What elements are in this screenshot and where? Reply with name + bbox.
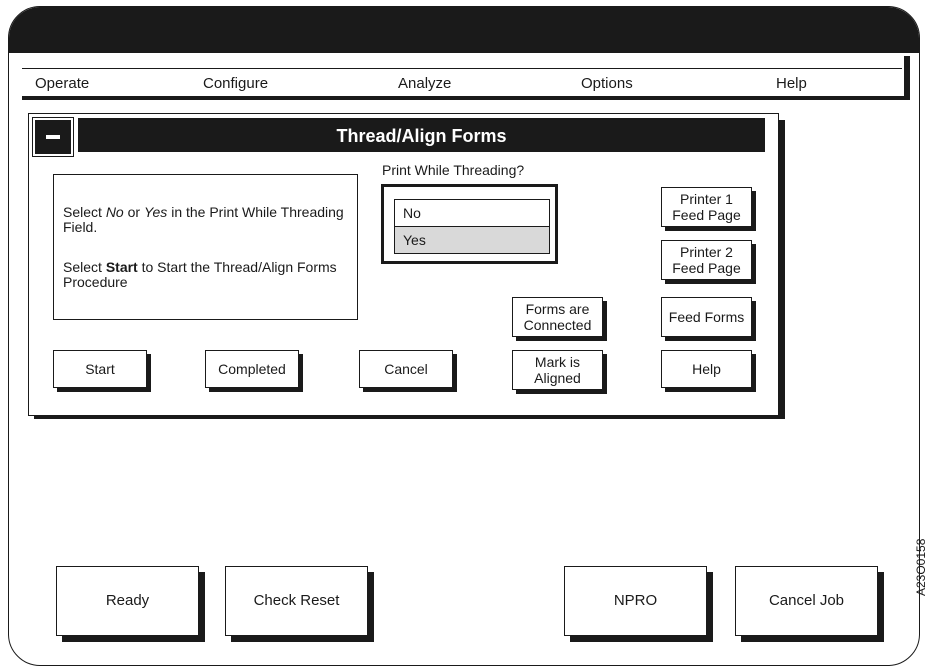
instr-yes: Yes	[143, 204, 168, 220]
option-no[interactable]: No	[394, 199, 550, 227]
menu-bar-shadow	[904, 56, 910, 96]
mark-aligned-button[interactable]: Mark is Aligned	[512, 350, 603, 390]
instruction-line-2: Select Start to Start the Thread/Align F…	[63, 260, 353, 290]
menu-help[interactable]: Help	[776, 75, 807, 92]
window-title-bar	[9, 7, 919, 53]
menu-configure[interactable]: Configure	[203, 75, 268, 92]
start-button[interactable]: Start	[53, 350, 147, 388]
dialog-shadow-right	[779, 120, 785, 418]
cancel-job-button[interactable]: Cancel Job	[735, 566, 878, 636]
forms-connected-button[interactable]: Forms are Connected	[512, 297, 603, 337]
figure-id-label: A23O0158	[914, 538, 928, 596]
check-reset-button[interactable]: Check Reset	[225, 566, 368, 636]
menu-operate[interactable]: Operate	[35, 75, 89, 92]
npro-button[interactable]: NPRO	[564, 566, 707, 636]
feed-forms-button[interactable]: Feed Forms	[661, 297, 752, 337]
cancel-button[interactable]: Cancel	[359, 350, 453, 388]
minus-icon	[46, 135, 60, 139]
printer2-feed-page-button[interactable]: Printer 2 Feed Page	[661, 240, 752, 280]
menu-options[interactable]: Options	[581, 75, 633, 92]
completed-button[interactable]: Completed	[205, 350, 299, 388]
menu-bar-shadow-bottom	[22, 96, 910, 100]
system-menu-button[interactable]	[32, 117, 74, 157]
printer1-feed-page-button[interactable]: Printer 1 Feed Page	[661, 187, 752, 227]
option-yes[interactable]: Yes	[394, 226, 550, 254]
print-while-threading-label: Print While Threading?	[382, 162, 525, 178]
instr-no: No	[105, 204, 124, 220]
help-button[interactable]: Help	[661, 350, 752, 388]
menu-analyze[interactable]: Analyze	[398, 75, 451, 92]
dialog-title: Thread/Align Forms	[78, 118, 765, 152]
ready-button[interactable]: Ready	[56, 566, 199, 636]
instruction-line-1: Select No or Yes in the Print While Thre…	[63, 205, 353, 235]
instr-start: Start	[105, 259, 138, 275]
instructions-panel: Select No or Yes in the Print While Thre…	[53, 174, 358, 320]
instr-text: Select	[63, 259, 106, 275]
instr-text: or	[123, 204, 144, 220]
instr-text: Select	[63, 204, 106, 220]
